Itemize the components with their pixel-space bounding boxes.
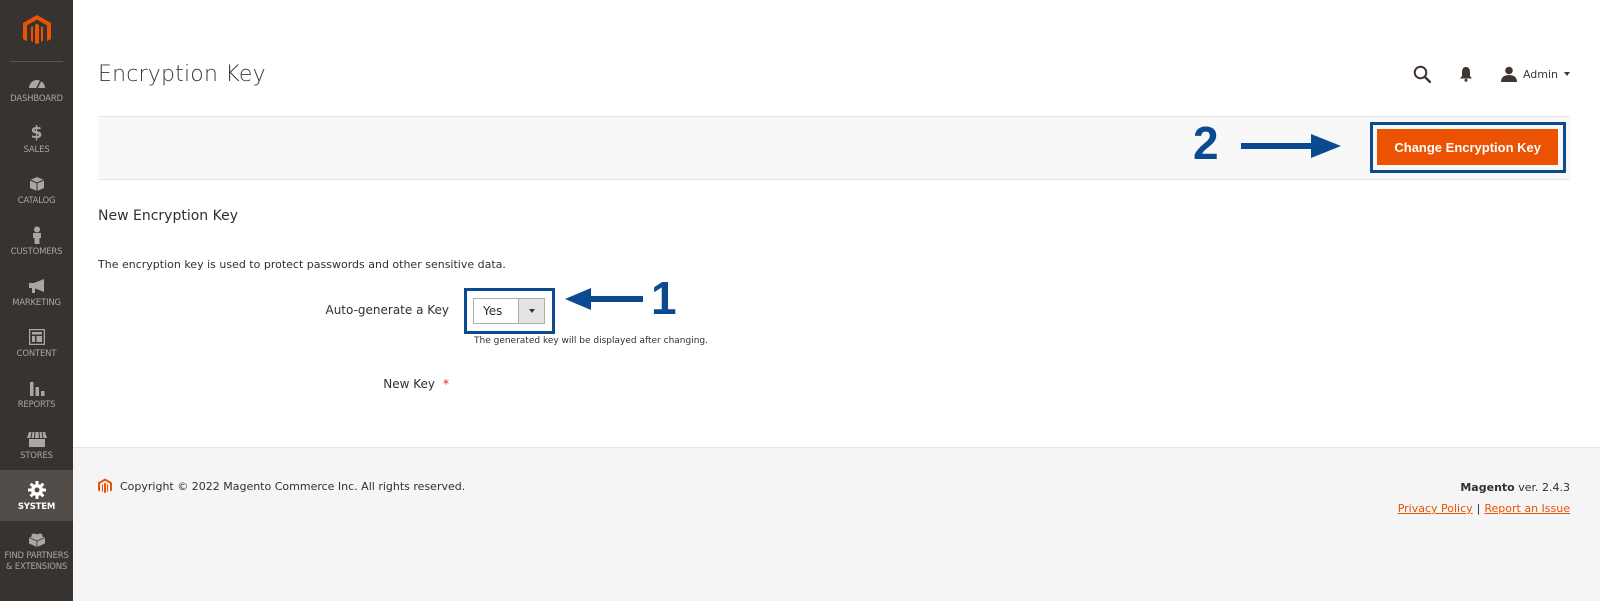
sidebar-item-label: Marketing — [12, 297, 61, 308]
version-number: ver. 2.4.3 — [1518, 481, 1570, 494]
search-icon[interactable] — [1407, 62, 1437, 86]
sidebar-item-sales[interactable]: $ Sales — [0, 113, 73, 164]
select-arrow[interactable] — [518, 299, 544, 323]
dollar-icon: $ — [30, 122, 43, 143]
sidebar-item-find-partners[interactable]: Find Partners & Extensions — [0, 521, 73, 581]
sidebar-item-stores[interactable]: Stores — [0, 419, 73, 470]
lego-brick-icon — [27, 529, 47, 549]
page-footer: Copyright © 2022 Magento Commerce Inc. A… — [73, 447, 1600, 601]
sidebar-item-label: Content — [16, 348, 57, 359]
new-key-label-text: New Key — [383, 377, 435, 391]
layout-icon — [27, 327, 47, 347]
required-asterisk: * — [443, 377, 449, 391]
auto-generate-label: Auto-generate a Key — [325, 303, 449, 317]
auto-generate-select[interactable]: Yes — [473, 298, 545, 324]
sidebar-item-content[interactable]: Content — [0, 317, 73, 368]
copyright: Copyright © 2022 Magento Commerce Inc. A… — [98, 478, 465, 495]
sidebar-item-reports[interactable]: Reports — [0, 368, 73, 419]
annotation-step-2-number: 2 — [1193, 117, 1219, 169]
storefront-icon — [26, 429, 47, 449]
admin-username: Admin — [1522, 67, 1558, 81]
main-content: Encryption Key Admin 2 Change Encryption… — [73, 0, 1600, 447]
magento-footer-logo-icon — [98, 478, 112, 494]
bell-icon[interactable] — [1451, 62, 1481, 86]
dashboard-icon — [27, 72, 47, 92]
admin-sidebar: Dashboard $ Sales Catalog Customers Mark… — [0, 0, 73, 601]
user-icon — [1500, 66, 1517, 82]
page-actions-bar: 2 Change Encryption Key — [98, 116, 1570, 180]
sidebar-item-label: Customers — [10, 246, 63, 257]
change-encryption-key-button[interactable]: Change Encryption Key — [1377, 129, 1558, 165]
sidebar-item-catalog[interactable]: Catalog — [0, 164, 73, 215]
sidebar-item-label: Stores — [20, 450, 53, 461]
sidebar-item-label: Reports — [17, 399, 56, 410]
sidebar-item-dashboard[interactable]: Dashboard — [0, 62, 73, 113]
section-description: The encryption key is used to protect pa… — [98, 258, 506, 271]
section-title: New Encryption Key — [98, 208, 238, 224]
annotation-step-1-number: 1 — [651, 272, 677, 324]
sidebar-item-label: System — [17, 501, 56, 512]
copyright-text: Copyright © 2022 Magento Commerce Inc. A… — [120, 480, 466, 493]
sidebar-item-system[interactable]: System — [0, 470, 73, 521]
annotation-arrow-left-icon — [565, 288, 643, 310]
chevron-down-icon — [1564, 72, 1570, 76]
chevron-down-icon — [528, 309, 535, 313]
version-info: Magento ver. 2.4.3 — [1460, 481, 1570, 494]
sidebar-item-label: Catalog — [17, 195, 56, 206]
privacy-policy-link[interactable]: Privacy Policy — [1398, 502, 1473, 515]
sidebar-item-label: Sales — [23, 144, 50, 155]
annotation-arrow-right-icon — [1241, 134, 1341, 158]
auto-generate-value: Yes — [483, 304, 503, 318]
link-separator: | — [1476, 502, 1481, 515]
box-icon — [27, 174, 47, 194]
sidebar-item-label: Dashboard — [10, 93, 63, 104]
sidebar-item-label: Find Partners & Extensions — [4, 551, 69, 572]
page-title: Encryption Key — [98, 62, 266, 87]
admin-user-menu[interactable]: Admin — [1500, 66, 1570, 82]
auto-generate-note: The generated key will be displayed afte… — [474, 336, 708, 346]
sidebar-item-customers[interactable]: Customers — [0, 215, 73, 266]
header-actions: Admin — [1407, 62, 1570, 86]
megaphone-icon — [27, 276, 47, 296]
sidebar-item-marketing[interactable]: Marketing — [0, 266, 73, 317]
new-key-label: New Key * — [383, 377, 449, 391]
brand-name: Magento — [1460, 481, 1515, 494]
report-issue-link[interactable]: Report an Issue — [1484, 502, 1570, 515]
magento-logo[interactable] — [10, 0, 63, 62]
person-icon — [27, 225, 47, 245]
footer-links: Privacy Policy | Report an Issue — [1398, 502, 1570, 515]
magento-logo-icon — [22, 14, 51, 44]
gear-icon — [27, 480, 47, 500]
bar-chart-icon — [27, 378, 47, 398]
